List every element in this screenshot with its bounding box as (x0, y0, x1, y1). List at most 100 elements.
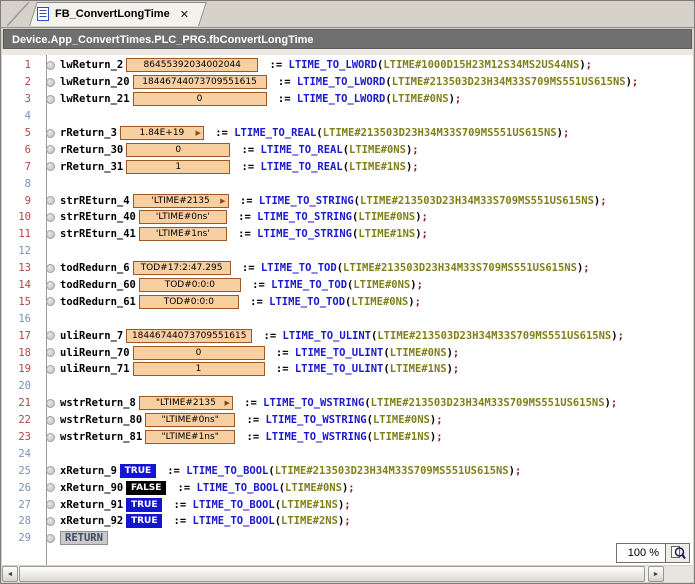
inline-monitor-value[interactable]: 1.84E+19 ▶ (119, 126, 204, 140)
breakpoint-gutter[interactable] (40, 432, 60, 442)
inline-monitor-value[interactable]: TOD#0:0:0 (138, 278, 241, 293)
breakpoint-bullet-icon[interactable] (45, 364, 55, 374)
code-text[interactable]: uliReurn_7 18446744073709551615 := LTIME_… (60, 328, 624, 343)
inline-monitor-value[interactable]: 0 (132, 92, 267, 107)
breakpoint-gutter[interactable] (40, 77, 60, 87)
expand-arrow-icon[interactable]: ▶ (220, 197, 225, 205)
breakpoint-bullet-icon[interactable] (45, 432, 55, 442)
breakpoint-bullet-icon[interactable] (45, 94, 55, 104)
breakpoint-gutter[interactable] (40, 516, 60, 526)
breakpoint-gutter[interactable] (40, 415, 60, 425)
inline-monitor-value[interactable]: 1 (132, 362, 265, 377)
breakpoint-bullet-icon[interactable] (45, 263, 55, 273)
breakpoint-bullet-icon[interactable] (45, 533, 55, 543)
breakpoint-gutter[interactable] (40, 263, 60, 273)
code-text[interactable]: xReturn_92 TRUE := LTIME_TO_BOOL(LTIME#2N… (60, 514, 351, 529)
code-text[interactable]: wstrReturn_80 "LTIME#0ns" := LTIME_TO_WST… (60, 413, 443, 428)
inline-monitor-value[interactable]: TRUE (126, 497, 163, 512)
code-text[interactable]: xReturn_91 TRUE := LTIME_TO_BOOL(LTIME#1N… (60, 497, 351, 512)
code-text[interactable]: todRedurn_6 TOD#17:2:47.295 := LTIME_TO_T… (60, 261, 590, 276)
inline-monitor-value[interactable]: "LTIME#0ns" (145, 413, 236, 428)
code-text[interactable]: xReturn_9 TRUE := LTIME_TO_BOOL(LTIME#213… (60, 463, 521, 478)
expand-arrow-icon[interactable]: ▶ (224, 400, 229, 407)
breakpoint-bullet-icon[interactable] (45, 229, 55, 239)
zoom-level-dropdown[interactable]: 100 % (616, 543, 666, 563)
zoom-button[interactable] (666, 543, 690, 563)
breakpoint-gutter[interactable] (40, 398, 60, 408)
inline-monitor-value[interactable]: 18446744073709551615 (132, 75, 267, 90)
breakpoint-bullet-icon[interactable] (45, 415, 55, 425)
code-text[interactable]: uliReurn_70 0 := LTIME_TO_ULINT(LTIME#0NS… (60, 345, 459, 360)
breakpoint-bullet-icon[interactable] (45, 212, 55, 222)
breakpoint-bullet-icon[interactable] (45, 500, 55, 510)
breakpoint-gutter[interactable] (40, 500, 60, 510)
inline-monitor-value[interactable]: 18446744073709551615 (126, 328, 253, 343)
inline-monitor-value[interactable]: 'LTIME#0ns' (138, 210, 227, 225)
code-text[interactable]: uliReurn_71 1 := LTIME_TO_ULINT(LTIME#1NS… (60, 362, 459, 377)
scroll-left-button[interactable]: ◄ (2, 566, 18, 582)
code-text[interactable]: wstrReturn_81 "LTIME#1ns" := LTIME_TO_WST… (60, 430, 443, 445)
breakpoint-bullet-icon[interactable] (45, 483, 55, 493)
breakpoint-bullet-icon[interactable] (45, 162, 55, 172)
tab-fb-convertlongtime[interactable]: FB_ConvertLongTime ✕ (29, 2, 199, 26)
inline-monitor-value[interactable]: TRUE (126, 514, 163, 529)
code-text[interactable]: lwReturn_20 18446744073709551615 := LTIME… (60, 75, 638, 90)
breakpoint-gutter[interactable] (40, 297, 60, 307)
breakpoint-bullet-icon[interactable] (45, 297, 55, 307)
breakpoint-bullet-icon[interactable] (45, 128, 55, 138)
breakpoint-gutter[interactable] (40, 533, 60, 543)
breakpoint-bullet-icon[interactable] (45, 145, 55, 155)
breakpoint-gutter[interactable] (40, 145, 60, 155)
inline-monitor-value[interactable]: TRUE (119, 463, 156, 478)
code-text[interactable]: lwReturn_2 86455392034002044 := LTIME_TO_… (60, 58, 592, 73)
horizontal-scrollbar[interactable]: ◄ ► (2, 566, 664, 582)
code-text[interactable]: strREturn_4 'LTIME#2135 ▶ := LTIME_TO_STRI… (60, 193, 607, 208)
breakpoint-gutter[interactable] (40, 364, 60, 374)
breakpoint-gutter[interactable] (40, 229, 60, 239)
inline-monitor-value[interactable]: 0 (132, 345, 265, 360)
breakpoint-gutter[interactable] (40, 348, 60, 358)
code-text[interactable]: RETURN (60, 531, 108, 546)
code-text[interactable]: todRedurn_60 TOD#0:0:0 := LTIME_TO_TOD(LT… (60, 278, 423, 293)
breakpoint-bullet-icon[interactable] (45, 77, 55, 87)
inline-monitor-value[interactable]: FALSE (126, 480, 167, 495)
breakpoint-bullet-icon[interactable] (45, 196, 55, 206)
code-text[interactable]: lwReturn_21 0 := LTIME_TO_LWORD(LTIME#0NS… (60, 92, 461, 107)
scrollbar-track[interactable] (18, 566, 648, 582)
breakpoint-gutter[interactable] (40, 483, 60, 493)
breakpoint-gutter[interactable] (40, 466, 60, 476)
tab-close-icon[interactable]: ✕ (180, 8, 189, 21)
breakpoint-bullet-icon[interactable] (45, 516, 55, 526)
code-text[interactable]: wstrReturn_8 "LTIME#2135 ▶ := LTIME_TO_WST… (60, 396, 617, 411)
inline-monitor-value[interactable]: 'LTIME#2135 ▶ (132, 193, 229, 208)
breakpoint-bullet-icon[interactable] (45, 398, 55, 408)
st-code-editor[interactable]: 1 lwReturn_2 86455392034002044 := LTIME_TO… (2, 55, 693, 565)
code-text[interactable]: strREturn_41 'LTIME#1ns' := LTIME_TO_STRI… (60, 227, 428, 242)
code-text[interactable]: rReturn_30 0 := LTIME_TO_REAL(LTIME#0NS); (60, 142, 419, 157)
inline-monitor-value[interactable]: 1 (126, 159, 231, 174)
breakpoint-gutter[interactable] (40, 331, 60, 341)
breakpoint-bullet-icon[interactable] (45, 348, 55, 358)
inline-monitor-value[interactable]: TOD#0:0:0 (138, 294, 239, 309)
breakpoint-bullet-icon[interactable] (45, 60, 55, 70)
inline-monitor-value[interactable]: 0 (126, 142, 231, 157)
code-text[interactable]: strREturn_40 'LTIME#0ns' := LTIME_TO_STRI… (60, 210, 428, 225)
scrollbar-thumb[interactable] (19, 566, 645, 582)
expand-arrow-icon[interactable]: ▶ (196, 130, 201, 137)
breakpoint-gutter[interactable] (40, 162, 60, 172)
breakpoint-gutter[interactable] (40, 196, 60, 206)
code-text[interactable]: rReturn_31 1 := LTIME_TO_REAL(LTIME#1NS); (60, 159, 419, 174)
inline-monitor-value[interactable]: 'LTIME#1ns' (138, 227, 227, 242)
breakpoint-bullet-icon[interactable] (45, 466, 55, 476)
inline-monitor-value[interactable]: 86455392034002044 (126, 58, 259, 73)
inline-monitor-value[interactable]: "LTIME#2135 ▶ (138, 396, 233, 411)
breakpoint-bullet-icon[interactable] (45, 280, 55, 290)
scroll-right-button[interactable]: ► (648, 566, 664, 582)
inline-monitor-value[interactable]: "LTIME#1ns" (145, 430, 236, 445)
breakpoint-bullet-icon[interactable] (45, 331, 55, 341)
breakpoint-gutter[interactable] (40, 280, 60, 290)
breakpoint-gutter[interactable] (40, 94, 60, 104)
code-text[interactable]: rReturn_3 1.84E+19 ▶ := LTIME_TO_REAL(LTIM… (60, 126, 569, 140)
code-text[interactable]: xReturn_90 FALSE := LTIME_TO_BOOL(LTIME#0… (60, 480, 355, 495)
breakpoint-gutter[interactable] (40, 60, 60, 70)
